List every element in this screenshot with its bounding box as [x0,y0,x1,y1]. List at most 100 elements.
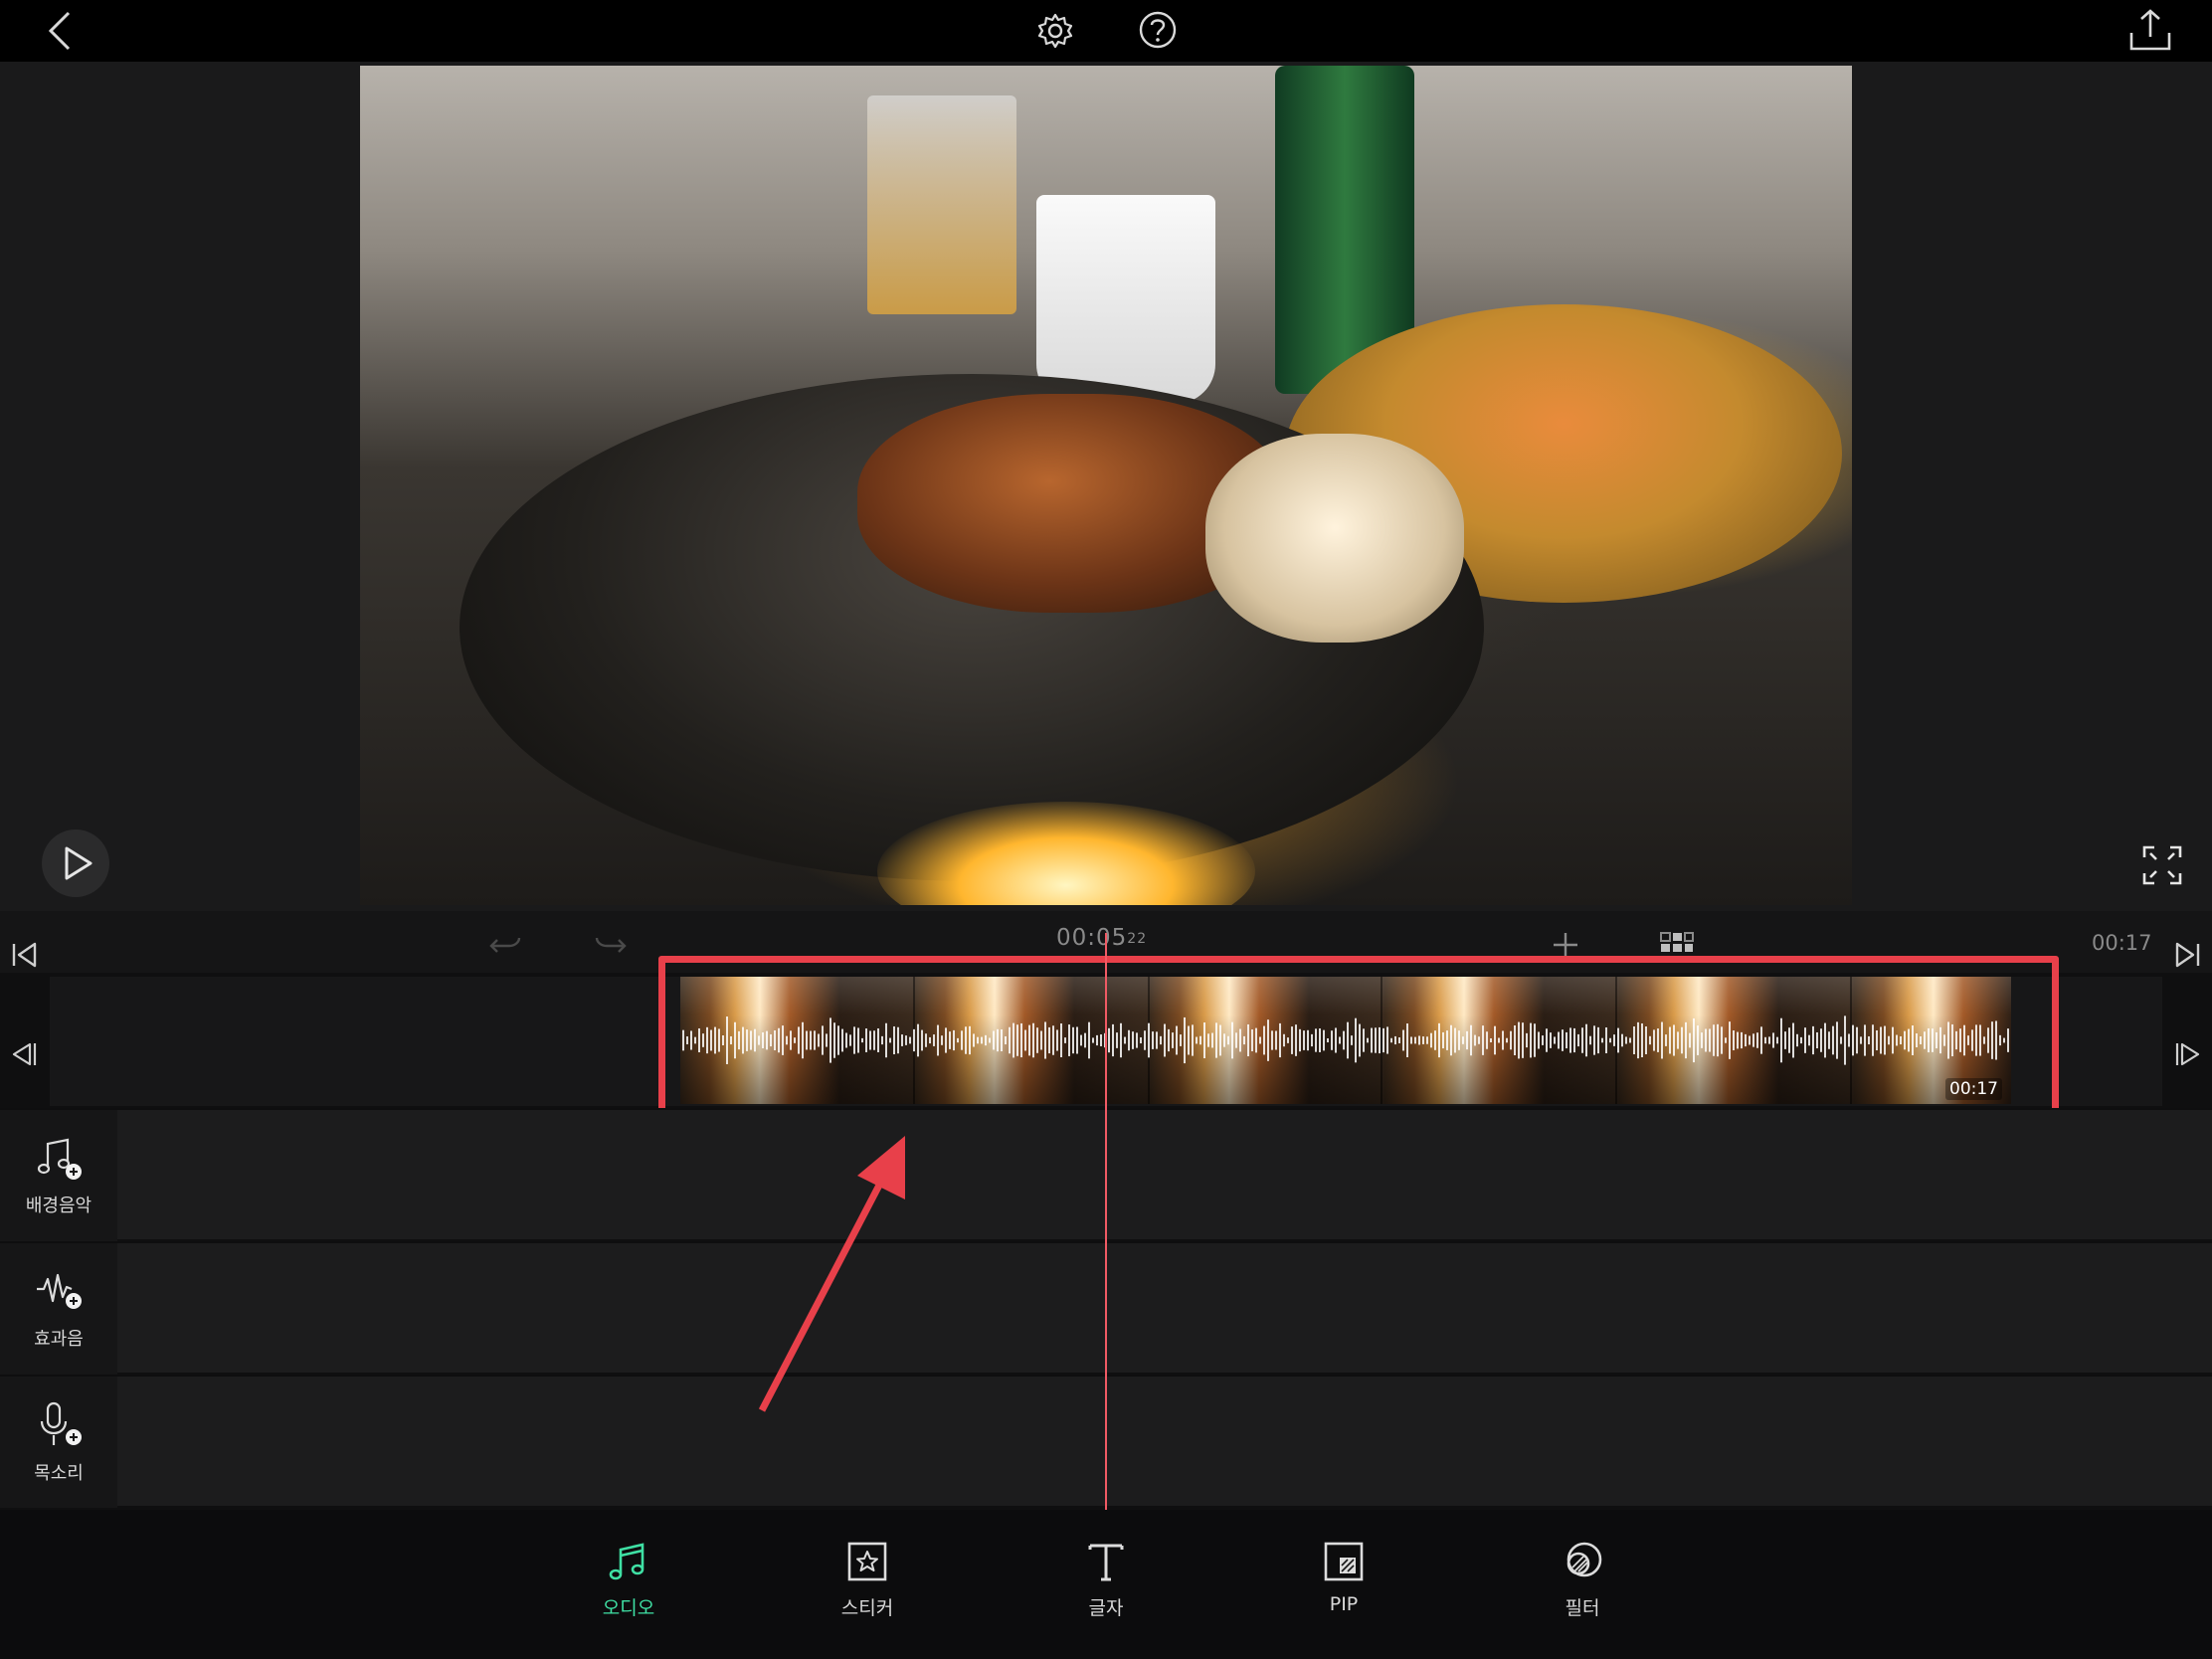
waveform-bar [849,1034,851,1046]
video-preview[interactable] [360,66,1852,905]
waveform-bar [766,1030,768,1050]
add-voice-button[interactable]: 목소리 [0,1377,117,1508]
waveform-bar [814,1030,816,1050]
menu-label: 오디오 [602,1597,655,1619]
waveform-bar [1112,1023,1114,1057]
skip-start-icon[interactable] [8,935,42,975]
waveform-bar [1486,1031,1488,1049]
waveform-bar [1613,1034,1615,1046]
waveform-bar [1625,1036,1627,1044]
add-sound-effect-button[interactable]: 효과음 [0,1243,117,1375]
waveform-bar [794,1037,796,1043]
waveform-bar [1689,1032,1691,1048]
waveform-bar [1239,1028,1241,1052]
waveform-bar [1116,1032,1118,1048]
waveform-bar [746,1029,748,1051]
waveform-bar [1418,1035,1420,1045]
question-circle-icon[interactable] [1136,8,1180,52]
play-icon [65,846,92,880]
playhead[interactable] [1105,933,1107,1510]
preview-area [0,62,2212,911]
waveform-bar [1848,1033,1850,1047]
waveform-bar [861,1037,863,1043]
sticker-star-icon [847,1542,887,1581]
gear-icon[interactable] [1034,10,1076,52]
waveform-bar [1315,1028,1317,1052]
waveform-bar [1987,1027,1989,1053]
waveform-bar [1406,1023,1408,1057]
microphone-add-icon [40,1401,82,1445]
share-upload-icon[interactable] [2124,6,2176,54]
waveform-bar [770,1033,772,1047]
waveform-bar [750,1030,752,1050]
play-button[interactable] [42,830,109,897]
waveform-bar [885,1022,887,1058]
waveform-bar [1235,1032,1237,1048]
waveform-bar [1518,1021,1520,1059]
waveform-bar [1339,1036,1341,1044]
waveform-bar [1657,1028,1659,1052]
total-time: 00:17 [2092,931,2152,955]
waveform-bar [1013,1022,1014,1058]
bottom-menu: 오디오 스티커 글자 PIP 필터 [0,1510,2212,1659]
waveform-bar [1737,1031,1739,1049]
waveform-bar [1585,1023,1587,1057]
waveform-bar [1601,1037,1603,1043]
waveform-bar [1669,1026,1671,1054]
waveform-bar [1836,1021,1838,1059]
waveform-bar [1020,1022,1022,1058]
waveform-bar [1040,1030,1042,1050]
waveform-bar [702,1033,704,1047]
waveform-bar [1979,1024,1981,1056]
menu-audio[interactable]: 오디오 [569,1540,688,1620]
waveform-bar [1188,1025,1190,1055]
waveform-bar [1215,1022,1217,1058]
grid-icon[interactable] [1659,929,1695,957]
waveform-bar [1713,1024,1715,1056]
waveform-bar [1872,1024,1874,1056]
track-scroll-left-icon[interactable] [4,1034,44,1074]
undo-icon[interactable] [483,925,527,965]
waveform-bar [981,1036,983,1044]
waveform-bar [1653,1029,1655,1051]
waveform-bar [1108,1027,1110,1053]
waveform-bar [1502,1030,1504,1050]
waveform-bar [1478,1036,1480,1044]
waveform-bar [837,1025,839,1055]
waveform-bar [1140,1036,1142,1044]
waveform-bar [1211,1032,1213,1048]
waveform-bar [1132,1031,1134,1049]
track-scroll-right-icon[interactable] [2168,1034,2208,1074]
menu-sticker[interactable]: 스티커 [808,1540,927,1620]
menu-text[interactable]: 글자 [1046,1540,1166,1620]
waveform-bar [1410,1036,1412,1044]
redo-icon[interactable] [589,925,633,965]
waveform-bar [1804,1027,1806,1053]
waveform-bar [1772,1032,1774,1048]
menu-filter[interactable]: 필터 [1523,1540,1642,1620]
waveform-bar [1144,1030,1146,1050]
waveform-bar [1267,1019,1269,1061]
waveform-bar [1812,1025,1814,1055]
waveform-bar [1088,1021,1090,1059]
waveform-bar [1168,1028,1170,1052]
menu-pip[interactable]: PIP [1284,1540,1403,1615]
waveform-bar [1120,1022,1122,1058]
menu-label: 글자 [1088,1597,1124,1619]
waveform-bar [889,1037,891,1043]
waveform-bar [913,1028,915,1052]
plus-icon[interactable] [1550,929,1581,961]
waveform-bar [2007,1028,2009,1052]
video-clip[interactable]: 00:17 [680,977,2011,1104]
back-icon[interactable] [40,6,80,56]
waveform-bar [1060,1022,1062,1058]
waveform-bar [833,1022,835,1058]
add-background-music-button[interactable]: 배경음악 [0,1110,117,1241]
fullscreen-button[interactable] [2138,841,2186,889]
waveform-bar [1128,1029,1130,1051]
waveform-bar [1912,1025,1914,1055]
menu-label: PIP [1329,1593,1359,1615]
skip-end-icon[interactable] [2170,935,2204,975]
waveform-bar [1609,1037,1611,1043]
waveform-bar [1148,1022,1150,1058]
